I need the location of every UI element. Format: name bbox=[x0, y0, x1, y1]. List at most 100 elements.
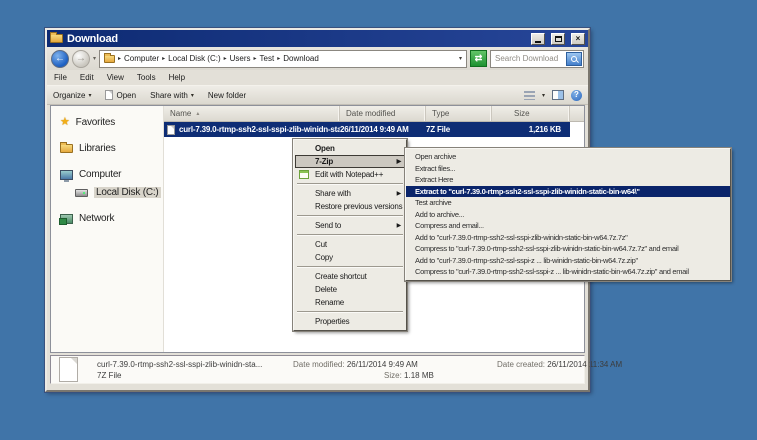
menu-help[interactable]: Help bbox=[169, 73, 185, 82]
context-menu-delete[interactable]: Delete bbox=[295, 283, 405, 296]
context-menu-cut[interactable]: Cut bbox=[295, 238, 405, 251]
column-header-size[interactable]: Size bbox=[492, 106, 570, 121]
submenu-open-archive[interactable]: Open archive bbox=[406, 151, 730, 163]
breadcrumb-item-computer[interactable]: Computer bbox=[124, 54, 159, 63]
sidebar-item-favorites[interactable]: ★ Favorites bbox=[51, 115, 163, 130]
new-folder-button[interactable]: New folder bbox=[208, 91, 246, 100]
column-header-date-modified[interactable]: Date modified bbox=[340, 106, 426, 121]
minimize-button[interactable] bbox=[531, 33, 545, 45]
address-dropdown-chevron-icon[interactable]: ▾ bbox=[459, 55, 462, 62]
context-menu-properties[interactable]: Properties bbox=[295, 315, 405, 328]
chevron-down-icon[interactable]: ▾ bbox=[542, 92, 545, 99]
breadcrumb-separator-icon: ▸ bbox=[118, 55, 121, 62]
chevron-down-icon: ▾ bbox=[88, 92, 91, 99]
details-date-modified-label: Date modified: bbox=[293, 360, 345, 369]
menu-tools[interactable]: Tools bbox=[137, 73, 156, 82]
menu-view[interactable]: View bbox=[107, 73, 124, 82]
address-bar: ← → ▾ ▸ Computer ▸ Local Disk (C:) ▸ Use… bbox=[47, 47, 588, 70]
submenu-compress-and-email[interactable]: Compress and email... bbox=[406, 220, 730, 232]
breadcrumb-item-download[interactable]: Download bbox=[283, 54, 319, 63]
context-menu-7zip[interactable]: 7-Zip ▶ bbox=[295, 155, 405, 168]
command-toolbar: Organize▾ Open Share with▾ New folder ▾ … bbox=[47, 85, 588, 105]
menu-separator bbox=[297, 183, 403, 185]
minimize-icon bbox=[535, 41, 541, 43]
notepadpp-icon bbox=[299, 170, 309, 179]
breadcrumb-separator-icon: ▸ bbox=[224, 55, 227, 62]
sidebar-item-computer[interactable]: Computer bbox=[51, 167, 163, 182]
submenu-extract-files[interactable]: Extract files... bbox=[406, 163, 730, 175]
close-button[interactable]: × bbox=[571, 33, 585, 45]
details-file-type: 7Z File bbox=[97, 371, 293, 380]
submenu-arrow-icon: ▶ bbox=[397, 190, 401, 197]
libraries-icon bbox=[60, 144, 73, 153]
disk-icon bbox=[75, 189, 88, 197]
submenu-arrow-icon: ▶ bbox=[397, 158, 401, 165]
column-header-name[interactable]: Name▴ bbox=[164, 106, 340, 121]
maximize-icon bbox=[555, 36, 562, 42]
submenu-compress-to-zip-and-email[interactable]: Compress to "curl-7.39.0-rtmp-ssh2-ssl-s… bbox=[406, 266, 730, 278]
submenu-add-to-zip[interactable]: Add to "curl-7.39.0-rtmp-ssh2-ssl-sspi-z… bbox=[406, 255, 730, 267]
nav-history-chevron-icon[interactable]: ▾ bbox=[93, 55, 96, 62]
preview-pane-icon[interactable] bbox=[552, 90, 564, 100]
search-button[interactable] bbox=[566, 52, 582, 66]
context-menu-copy[interactable]: Copy bbox=[295, 251, 405, 264]
computer-icon bbox=[60, 170, 73, 180]
context-menu-create-shortcut[interactable]: Create shortcut bbox=[295, 270, 405, 283]
maximize-button[interactable] bbox=[551, 33, 565, 45]
desktop: { "window": { "title": "Download", "cont… bbox=[0, 0, 757, 440]
sidebar-item-network[interactable]: Network bbox=[51, 211, 163, 226]
title-bar[interactable]: Download × bbox=[47, 30, 588, 47]
refresh-button[interactable]: ⇄ bbox=[470, 50, 487, 67]
chevron-down-icon: ▾ bbox=[191, 92, 194, 99]
details-date-created-label: Date created: bbox=[497, 360, 545, 369]
share-with-button[interactable]: Share with▾ bbox=[150, 91, 194, 100]
breadcrumb-separator-icon: ▸ bbox=[162, 55, 165, 62]
change-view-icon[interactable] bbox=[524, 91, 535, 100]
back-button[interactable]: ← bbox=[51, 50, 69, 68]
menu-bar: File Edit View Tools Help bbox=[47, 70, 588, 85]
breadcrumb-item-test[interactable]: Test bbox=[260, 54, 275, 63]
menu-edit[interactable]: Edit bbox=[80, 73, 94, 82]
star-icon: ★ bbox=[60, 117, 70, 128]
submenu-compress-to-7z-and-email[interactable]: Compress to "curl-7.39.0-rtmp-ssh2-ssl-s… bbox=[406, 243, 730, 255]
context-menu-rename[interactable]: Rename bbox=[295, 296, 405, 309]
details-size: 1.18 MB bbox=[404, 371, 434, 380]
sort-ascending-icon: ▴ bbox=[196, 110, 199, 117]
open-button[interactable]: Open bbox=[105, 90, 136, 100]
breadcrumb-separator-icon: ▸ bbox=[277, 55, 280, 62]
breadcrumb-separator-icon: ▸ bbox=[254, 55, 257, 62]
details-size-label: Size: bbox=[384, 371, 402, 380]
organize-button[interactable]: Organize▾ bbox=[53, 91, 91, 100]
menu-file[interactable]: File bbox=[54, 73, 67, 82]
breadcrumb-folder-icon bbox=[104, 55, 115, 63]
file-preview-icon bbox=[59, 357, 78, 382]
context-menu-share-with[interactable]: Share with ▶ bbox=[295, 187, 405, 200]
help-icon[interactable]: ? bbox=[571, 90, 582, 101]
submenu-add-to-7z[interactable]: Add to "curl-7.39.0-rtmp-ssh2-ssl-sspi-z… bbox=[406, 232, 730, 244]
search-input[interactable]: Search Download bbox=[490, 50, 584, 68]
file-icon bbox=[105, 90, 113, 100]
window-title: Download bbox=[67, 33, 525, 45]
file-icon bbox=[167, 125, 175, 135]
breadcrumb[interactable]: ▸ Computer ▸ Local Disk (C:) ▸ Users ▸ T… bbox=[99, 50, 467, 68]
sidebar-item-libraries[interactable]: Libraries bbox=[51, 141, 163, 156]
menu-separator bbox=[297, 215, 403, 217]
forward-button[interactable]: → bbox=[72, 50, 90, 68]
breadcrumb-item-local-disk[interactable]: Local Disk (C:) bbox=[168, 54, 220, 63]
submenu-extract-here[interactable]: Extract Here bbox=[406, 174, 730, 186]
menu-separator bbox=[297, 234, 403, 236]
submenu-extract-to-selected[interactable]: Extract to "curl-7.39.0-rtmp-ssh2-ssl-ss… bbox=[406, 186, 730, 198]
submenu-test-archive[interactable]: Test archive bbox=[406, 197, 730, 209]
context-menu-send-to[interactable]: Send to ▶ bbox=[295, 219, 405, 232]
context-menu-edit-with-notepadpp[interactable]: Edit with Notepad++ bbox=[295, 168, 405, 181]
file-type: 7Z File bbox=[426, 125, 492, 134]
column-header-type[interactable]: Type bbox=[426, 106, 492, 121]
context-menu-open[interactable]: Open bbox=[295, 142, 405, 155]
column-header-blank bbox=[570, 106, 584, 121]
submenu-add-to-archive[interactable]: Add to archive... bbox=[406, 209, 730, 221]
file-row-selected[interactable]: curl-7.39.0-rtmp-ssh2-ssl-sspi-zlib-wini… bbox=[164, 122, 570, 137]
sidebar-item-local-disk[interactable]: Local Disk (C:) bbox=[51, 185, 163, 200]
menu-separator bbox=[297, 266, 403, 268]
breadcrumb-item-users[interactable]: Users bbox=[230, 54, 251, 63]
context-menu-restore-previous-versions[interactable]: Restore previous versions bbox=[295, 200, 405, 213]
